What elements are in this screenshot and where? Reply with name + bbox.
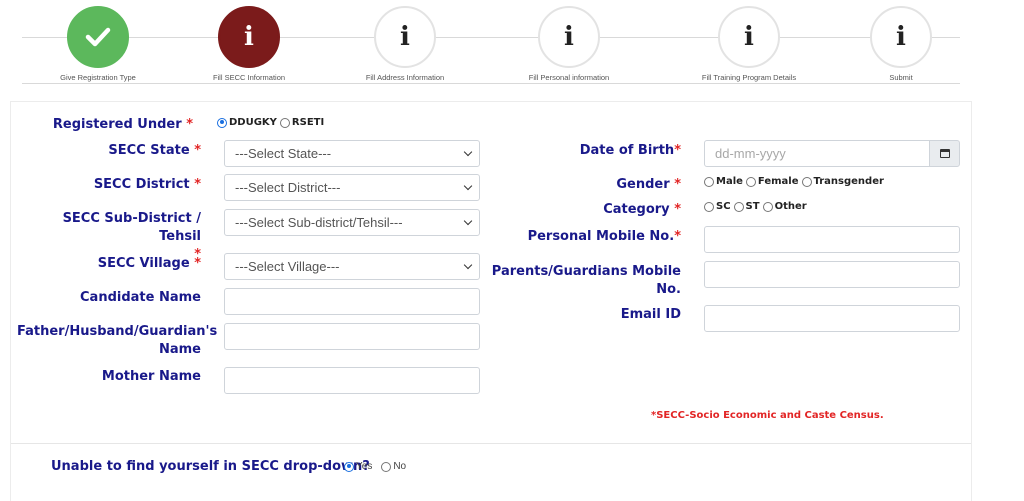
radio-label-yes: Yes — [356, 461, 373, 472]
registration-stepper: Give Registration Type i Fill SECC Infor… — [22, 0, 960, 92]
secc-village-select[interactable]: ---Select Village--- — [224, 253, 480, 280]
secc-district-select[interactable]: ---Select District--- — [224, 174, 480, 201]
step-give-registration-type[interactable]: Give Registration Type — [28, 6, 168, 82]
chevron-down-icon — [463, 181, 473, 191]
secc-state-label: SECC State * — [108, 143, 201, 158]
step-label: Submit — [889, 73, 913, 82]
unable-find-radio-group: Yes No — [344, 461, 409, 472]
info-icon: i — [718, 6, 780, 68]
radio-no[interactable] — [381, 461, 392, 472]
step-fill-personal-information[interactable]: i Fill Personal information — [499, 6, 639, 82]
personal-mobile-label: Personal Mobile No.* — [527, 229, 681, 244]
step-label: Fill SECC Information — [212, 73, 286, 82]
chevron-down-icon — [463, 147, 473, 157]
radio-label-st: ST — [745, 201, 760, 212]
step-label: Fill Training Program Details — [701, 73, 797, 82]
category-radio-group: SC ST Other — [704, 201, 810, 212]
candidate-name-label: Candidate Name — [80, 290, 201, 305]
radio-transgender[interactable] — [801, 176, 812, 187]
personal-mobile-input[interactable] — [704, 226, 960, 253]
section-divider — [11, 443, 971, 444]
email-input[interactable] — [704, 305, 960, 332]
radio-male[interactable] — [704, 176, 714, 187]
calendar-button[interactable] — [929, 140, 960, 167]
dob-label: Date of Birth* — [579, 143, 681, 158]
dob-input[interactable]: dd-mm-yyyy — [704, 140, 930, 167]
secc-form-panel: Registered Under * DDUGKY RSETI SECC Sta… — [10, 101, 972, 501]
radio-label-transgender: Transgender — [813, 176, 884, 187]
chevron-down-icon — [463, 216, 473, 226]
step-label: Give Registration Type — [60, 73, 136, 82]
check-icon — [67, 6, 129, 68]
info-icon: i — [538, 6, 600, 68]
unable-find-label: Unable to find yourself in SECC drop-dow… — [51, 459, 370, 474]
radio-rseti[interactable] — [279, 117, 290, 128]
stepper-divider — [22, 83, 960, 84]
radio-st[interactable] — [733, 201, 744, 212]
radio-yes[interactable] — [344, 461, 354, 472]
chevron-down-icon — [463, 260, 473, 270]
parents-mobile-label: Parents/Guardians Mobile No. — [491, 264, 681, 297]
gender-label: Gender * — [616, 177, 681, 192]
step-submit[interactable]: i Submit — [831, 6, 971, 82]
mother-name-label: Mother Name — [101, 369, 201, 384]
mother-name-input[interactable] — [224, 367, 480, 394]
email-label: Email ID — [620, 307, 681, 322]
step-fill-secc-information[interactable]: i Fill SECC Information — [179, 6, 319, 82]
radio-label-no: No — [393, 461, 407, 472]
info-icon: i — [374, 6, 436, 68]
radio-label-other: Other — [774, 201, 807, 212]
step-fill-address-information[interactable]: i Fill Address Information — [335, 6, 475, 82]
secc-subdistrict-select[interactable]: ---Select Sub-district/Tehsil--- — [224, 209, 480, 236]
secc-footnote: *SECC-Socio Economic and Caste Census. — [651, 410, 884, 421]
parents-mobile-input[interactable] — [704, 261, 960, 288]
radio-female[interactable] — [745, 176, 756, 187]
secc-state-select[interactable]: ---Select State--- — [224, 140, 480, 167]
radio-label-male: Male — [716, 176, 743, 187]
secc-district-label: SECC District * — [93, 177, 201, 192]
guardian-name-label: Father/Husband/Guardian's Name — [17, 324, 218, 357]
calendar-icon — [939, 149, 950, 158]
radio-label-rseti: RSETI — [291, 117, 325, 128]
registered-under-radio-group: DDUGKY RSETI — [217, 117, 327, 128]
radio-label-sc: SC — [716, 201, 731, 212]
candidate-name-input[interactable] — [224, 288, 480, 315]
step-fill-training-program-details[interactable]: i Fill Training Program Details — [679, 6, 819, 82]
radio-label-female: Female — [757, 176, 799, 187]
guardian-name-input[interactable] — [224, 323, 480, 350]
secc-village-label: SECC Village * — [97, 256, 201, 271]
step-label: Fill Personal information — [528, 73, 610, 82]
radio-ddugky[interactable] — [217, 117, 227, 128]
radio-other[interactable] — [762, 201, 773, 212]
info-icon: i — [218, 6, 280, 68]
step-label: Fill Address Information — [365, 73, 445, 82]
radio-label-ddugky: DDUGKY — [229, 117, 277, 128]
info-icon: i — [870, 6, 932, 68]
category-label: Category * — [603, 202, 681, 217]
radio-sc[interactable] — [704, 201, 714, 212]
gender-radio-group: Male Female Transgender — [704, 176, 887, 187]
registered-under-label: Registered Under * — [52, 117, 193, 132]
